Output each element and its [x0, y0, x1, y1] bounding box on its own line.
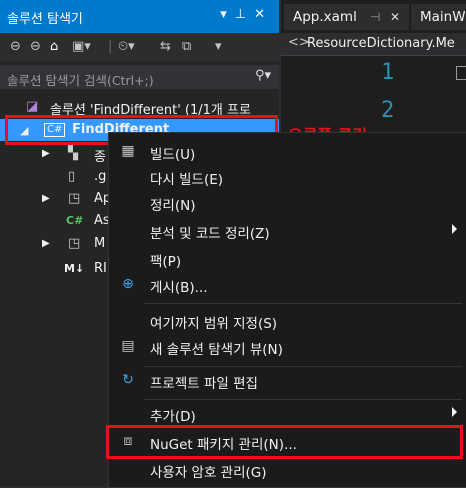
- forward-icon[interactable]: ⊖: [30, 39, 41, 54]
- line-number: 1: [381, 60, 395, 85]
- menu-item-label: 추가(D): [150, 409, 196, 425]
- solution-explorer-toolbar: ⊖ ⊖ ⌂ ▣▾ | ⏲▾ ⇆ ⧉ ▾: [0, 33, 279, 61]
- annotation-box: [106, 425, 463, 459]
- pin-icon[interactable]: ⊣: [370, 10, 380, 24]
- menu-item-label: 정리(N): [150, 198, 196, 214]
- menu-item-publish[interactable]: ⊕ 게시(B)...: [109, 272, 466, 298]
- breadcrumb-label: ResourceDictionary.Me: [307, 36, 455, 51]
- expand-arrow-icon[interactable]: ▶: [42, 238, 50, 249]
- dependencies-icon: ▚: [68, 146, 78, 161]
- outline-collapse-icon[interactable]: [456, 66, 466, 80]
- tree-item-label: 종: [94, 150, 106, 165]
- menu-separator: [144, 366, 462, 367]
- menu-item-manage-user-secrets[interactable]: 사용자 암호 관리(G): [109, 457, 466, 483]
- menu-item-pack[interactable]: 팩(P): [109, 246, 466, 272]
- menu-item-label: 새 솔루션 탐색기 뷰(N): [150, 342, 283, 358]
- submenu-arrow-icon: [452, 224, 457, 234]
- markdown-file-icon: M↓: [64, 262, 85, 275]
- menu-item-label: 프로젝트 파일 편집: [150, 376, 258, 392]
- tree-item-label: .g: [94, 169, 107, 184]
- pending-changes-filter-icon[interactable]: ⏲▾: [118, 39, 135, 54]
- pin-icon[interactable]: ⊥: [235, 7, 254, 22]
- pane-title-buttons: ▾⊥✕: [220, 7, 273, 22]
- menu-item-label: 여기까지 범위 지정(S): [150, 316, 278, 332]
- home-icon[interactable]: ⌂: [50, 39, 58, 54]
- csharp-file-icon: C#: [66, 214, 84, 227]
- menu-separator: [144, 399, 462, 400]
- tab-mainwindow[interactable]: MainW: [411, 4, 466, 30]
- menu-item-rebuild[interactable]: 다시 빌드(E): [109, 164, 466, 190]
- menu-item-new-view[interactable]: ▤ 새 솔루션 탐색기 뷰(N): [109, 334, 466, 360]
- submenu-arrow-icon: [452, 407, 457, 417]
- build-icon: ▦: [121, 143, 135, 159]
- menu-item-label: 게시(B)...: [150, 280, 208, 296]
- expand-arrow-icon[interactable]: ▶: [42, 193, 50, 204]
- menu-item-add[interactable]: 추가(D): [109, 401, 466, 427]
- new-view-icon: ▤: [121, 338, 135, 354]
- menu-item-label: 분석 및 코드 정리(Z): [150, 226, 270, 242]
- xaml-file-icon: ◳: [68, 191, 81, 206]
- search-icon[interactable]: ⚲▾: [255, 68, 271, 83]
- menu-item-label: 다시 빌드(E): [150, 172, 224, 188]
- back-icon[interactable]: ⊖: [10, 39, 21, 54]
- refresh-icon: ↻: [122, 372, 134, 388]
- tree-item-label: RI: [94, 261, 107, 276]
- dropdown-icon[interactable]: ▾: [220, 7, 235, 22]
- breadcrumb[interactable]: <> ResourceDictionary.Me: [281, 33, 466, 56]
- menu-item-label: 팩(P): [150, 254, 182, 270]
- pane-title: 솔루션 탐색기: [7, 12, 83, 27]
- tab-app-xaml[interactable]: App.xaml ⊣ ✕: [284, 4, 409, 30]
- switch-views-icon[interactable]: ▣▾: [72, 39, 91, 54]
- solution-explorer-title-bar: 솔루션 탐색기 ▾⊥✕: [0, 0, 279, 33]
- file-icon: ▯: [68, 169, 76, 184]
- search-placeholder: 솔루션 탐색기 검색(Ctrl+;): [7, 73, 154, 88]
- line-number: 2: [381, 98, 395, 123]
- collapse-all-icon[interactable]: ⧉: [182, 39, 191, 54]
- solution-search-box[interactable]: 솔루션 탐색기 검색(Ctrl+;) ⚲▾: [0, 65, 279, 89]
- menu-item-scope-to-this[interactable]: 여기까지 범위 지정(S): [109, 308, 466, 334]
- globe-icon: ⊕: [122, 276, 134, 292]
- menu-item-label: 빌드(U): [150, 147, 196, 163]
- tree-item-label: M: [94, 236, 106, 251]
- close-icon[interactable]: ✕: [390, 10, 400, 24]
- close-icon[interactable]: ✕: [254, 7, 273, 22]
- sync-icon[interactable]: ⇆: [160, 39, 171, 54]
- menu-item-clean[interactable]: 정리(N): [109, 190, 466, 216]
- expand-arrow-icon[interactable]: ▶: [42, 148, 50, 159]
- separator-icon: |: [108, 39, 113, 54]
- solution-icon: ◪: [26, 99, 39, 114]
- menu-item-label: 사용자 암호 관리(G): [150, 465, 267, 481]
- menu-item-edit-project-file[interactable]: ↻ 프로젝트 파일 편집: [109, 368, 466, 394]
- menu-item-build[interactable]: ▦ 빌드(U): [109, 139, 466, 165]
- xaml-file-icon: ◳: [68, 236, 81, 251]
- menu-item-analyze[interactable]: 분석 및 코드 정리(Z): [109, 218, 466, 244]
- more-options-icon[interactable]: ▾: [215, 39, 222, 54]
- tab-label: App.xaml: [293, 9, 357, 25]
- tab-label: MainW: [420, 9, 466, 25]
- menu-separator: [144, 303, 462, 304]
